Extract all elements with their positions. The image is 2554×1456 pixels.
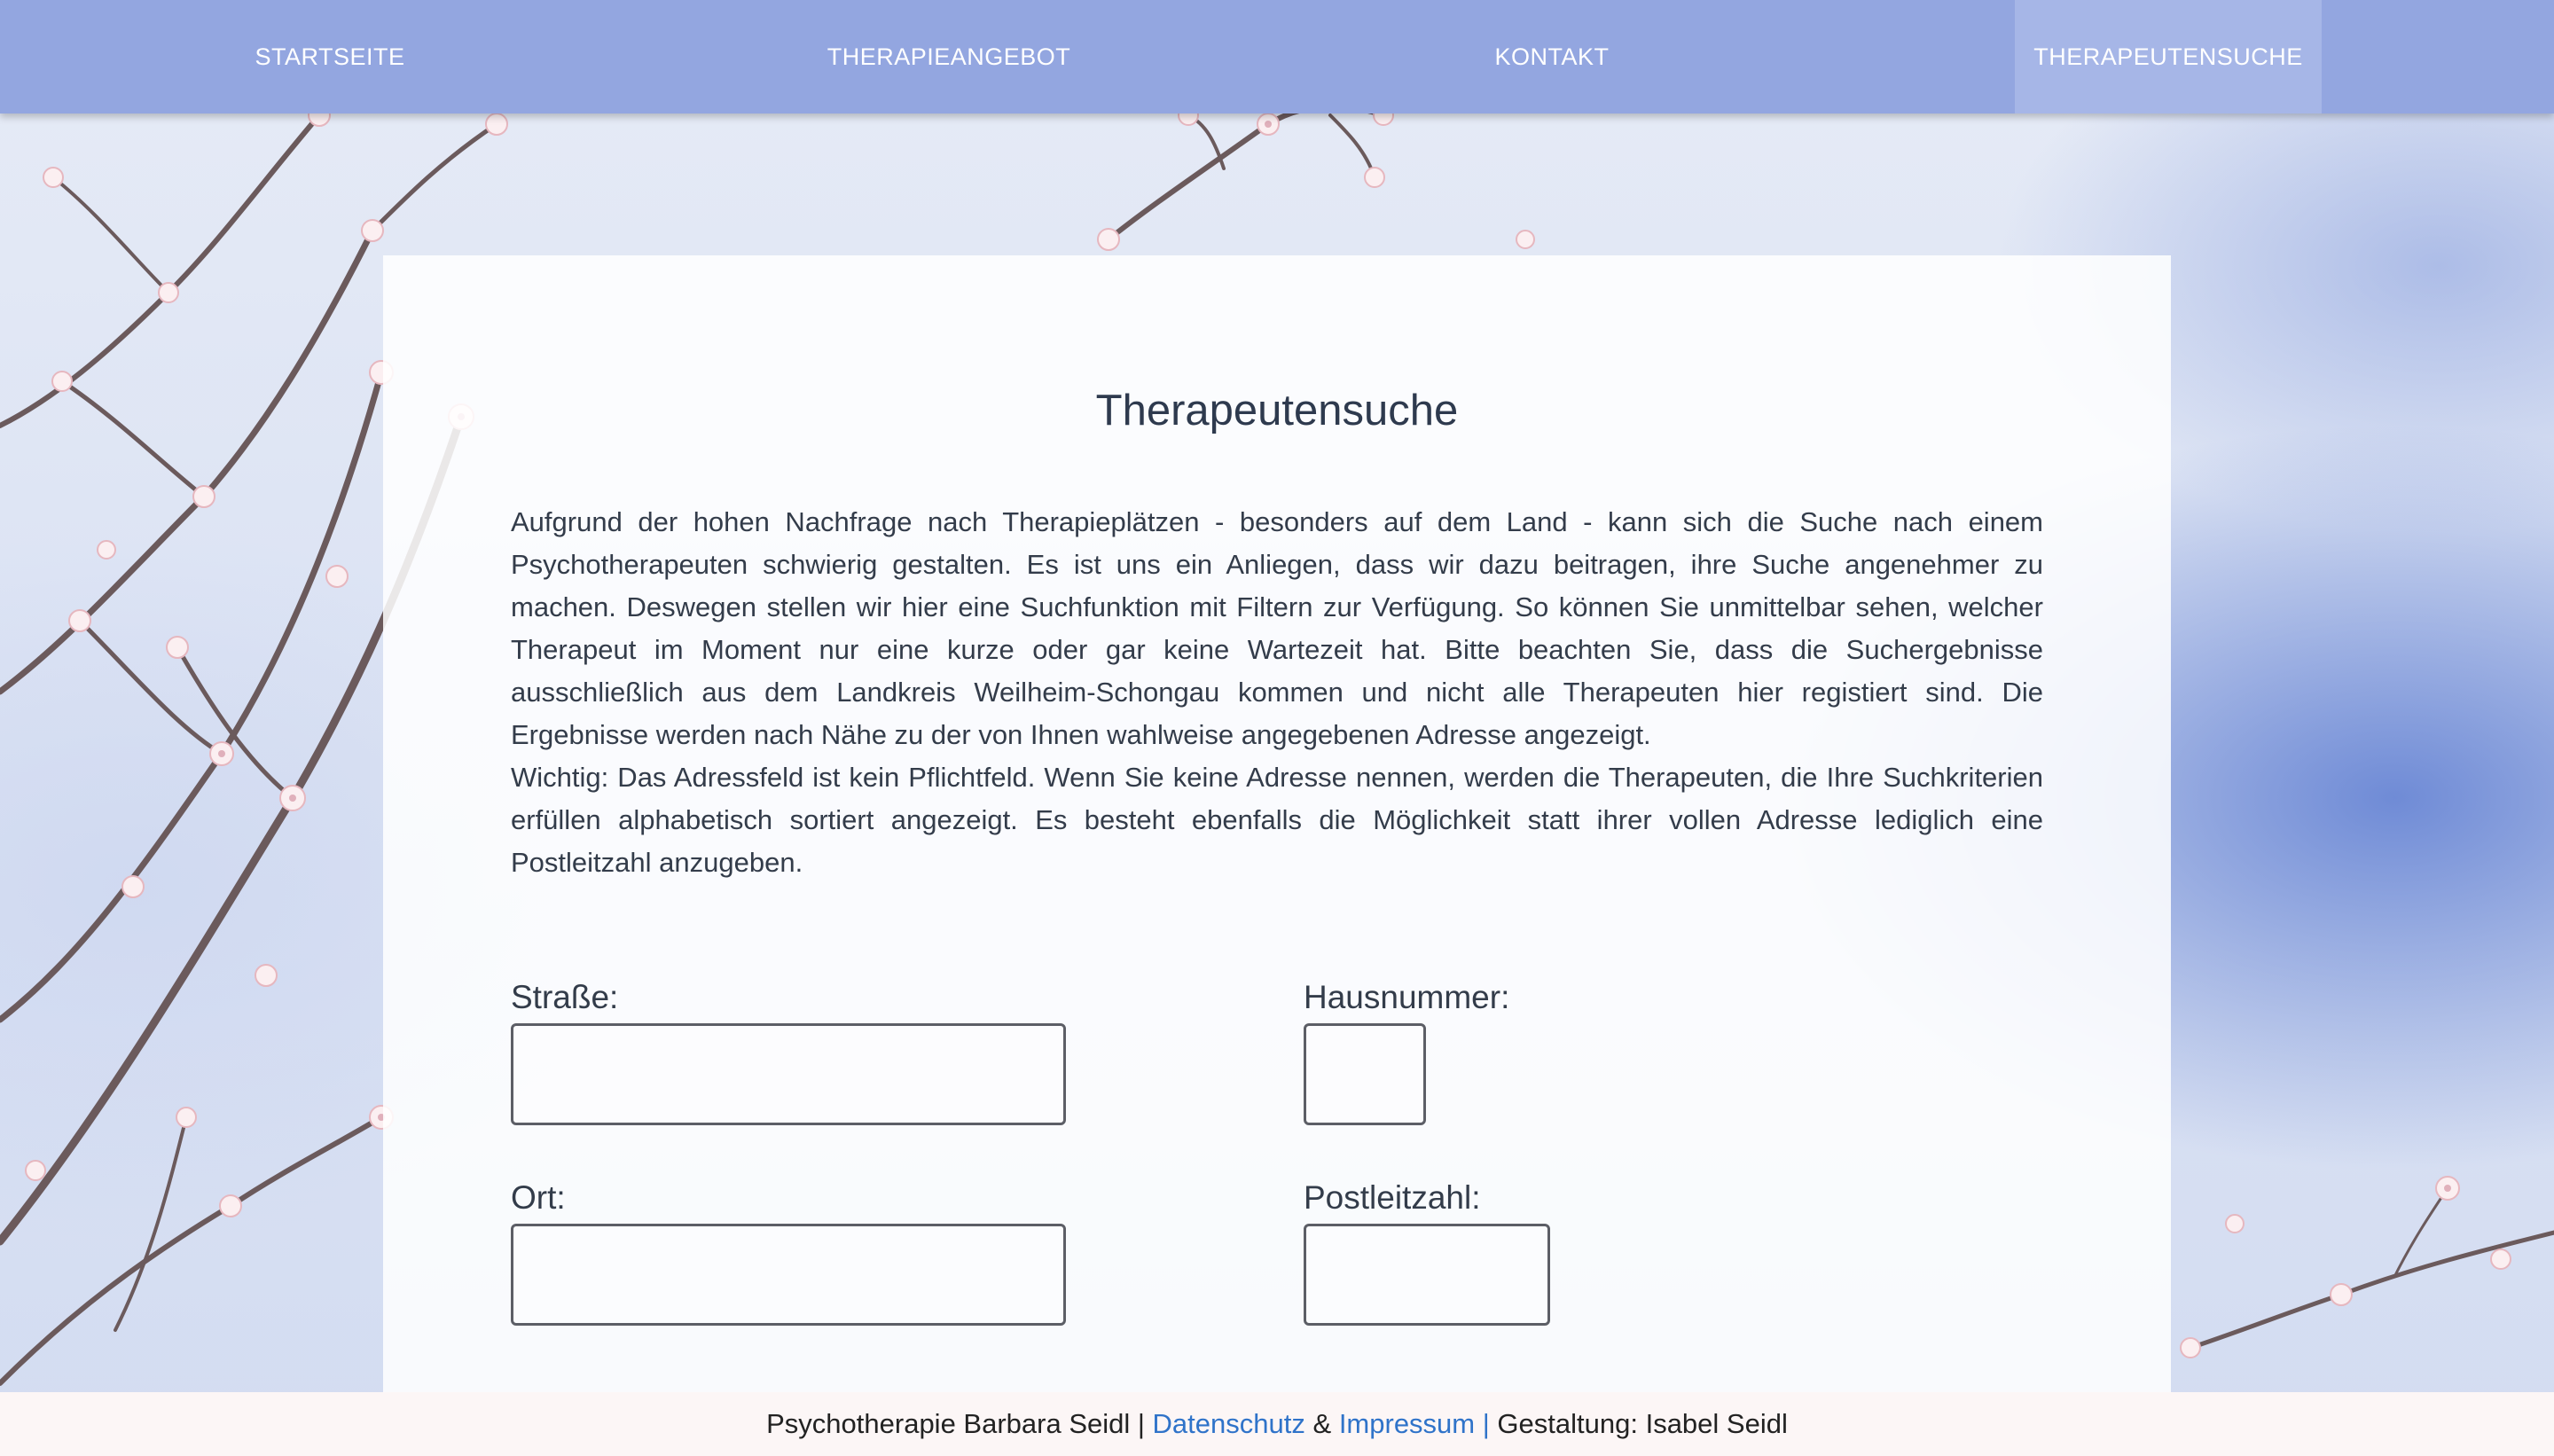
city-label: Ort: <box>511 1179 566 1216</box>
postal-code-field-box <box>1304 1224 1550 1326</box>
intro-text: Aufgrund der hohen Nachfrage nach Therap… <box>511 501 2043 884</box>
intro-paragraph-2: Wichtig: Das Adressfeld ist kein Pflicht… <box>511 762 2043 878</box>
footer-ampersand: & <box>1312 1408 1332 1439</box>
house-number-label: Hausnummer: <box>1304 979 1510 1015</box>
intro-paragraph-1: Aufgrund der hohen Nachfrage nach Therap… <box>511 506 2043 750</box>
street-field-box <box>511 1023 1066 1125</box>
nav-item-therapeutensuche-active[interactable]: THERAPEUTENSUCHE <box>2015 0 2322 114</box>
street-label: Straße: <box>511 979 619 1015</box>
postal-code-input[interactable] <box>1306 1226 1547 1323</box>
footer-design-credit: Gestaltung: Isabel Seidl <box>1497 1408 1788 1439</box>
postal-code-label: Postleitzahl: <box>1304 1179 1481 1216</box>
page-title: Therapeutensuche <box>1095 387 1459 434</box>
city-field-box <box>511 1224 1066 1326</box>
footer: Psychotherapie Barbara Seidl | Datenschu… <box>0 1392 2554 1456</box>
nav-item-startseite[interactable]: STARTSEITE <box>206 0 454 114</box>
city-input[interactable] <box>513 1226 1063 1323</box>
footer-owner: Psychotherapie Barbara Seidl | <box>766 1408 1145 1439</box>
street-input[interactable] <box>513 1026 1063 1123</box>
top-navigation-bar: STARTSEITE THERAPIEANGEBOT KONTAKT THERA… <box>0 0 2554 114</box>
privacy-link[interactable]: Datenschutz <box>1153 1408 1305 1439</box>
nav-item-kontakt[interactable]: KONTAKT <box>1437 0 1667 114</box>
nav-item-therapieangebot[interactable]: THERAPIEANGEBOT <box>807 0 1091 114</box>
house-number-field-box <box>1304 1023 1426 1125</box>
house-number-input[interactable] <box>1306 1026 1423 1123</box>
imprint-link[interactable]: Impressum | <box>1339 1408 1490 1439</box>
